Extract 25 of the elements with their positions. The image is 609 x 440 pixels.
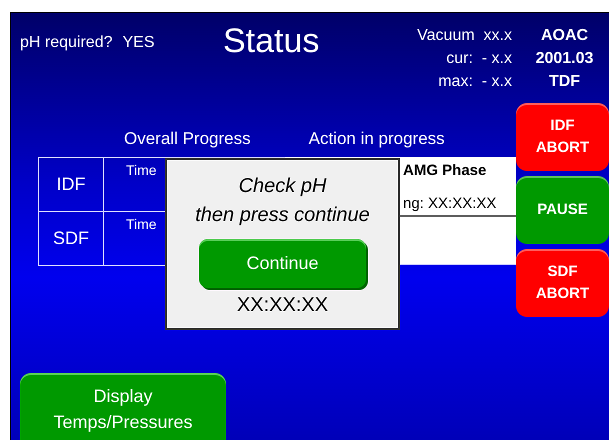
time-label: Time — [126, 162, 157, 178]
method-label: AOAC — [540, 26, 590, 46]
vacuum-reading: cur: - x.x — [445, 49, 512, 69]
screen-title: Status — [223, 21, 320, 62]
method-label: TDF — [548, 72, 582, 92]
vacuum-reading: max: - x.x — [437, 72, 512, 92]
table-cell: IDF — [39, 158, 104, 211]
ph-value: YES — [122, 34, 155, 51]
timer: XX:XX:XX — [236, 294, 328, 317]
remaining-time: ng: XX:XX:XX — [403, 195, 498, 212]
vacuum-reading: Vacuum xx.x — [416, 26, 512, 46]
ph-label: pH required? — [20, 34, 112, 51]
abort-button[interactable]: SDF ABORT — [516, 249, 609, 317]
pause-button[interactable]: PAUSE — [516, 176, 609, 244]
dialog-message: Check pH — [238, 174, 326, 199]
display-button[interactable]: Display Temps/Pressures — [20, 373, 226, 440]
abort-button[interactable]: IDF ABORT — [516, 103, 609, 171]
time-label: Time — [126, 216, 157, 232]
column-heading: Overall Progress — [124, 129, 251, 150]
table-cell: SDF — [39, 212, 104, 265]
dialog-message: then press continue — [195, 203, 370, 228]
continue-button[interactable]: Continue — [199, 239, 366, 288]
phase-label: AMG Phase — [403, 162, 488, 179]
column-heading: Action in progress — [308, 129, 445, 150]
method-label: 2001.03 — [534, 49, 594, 69]
